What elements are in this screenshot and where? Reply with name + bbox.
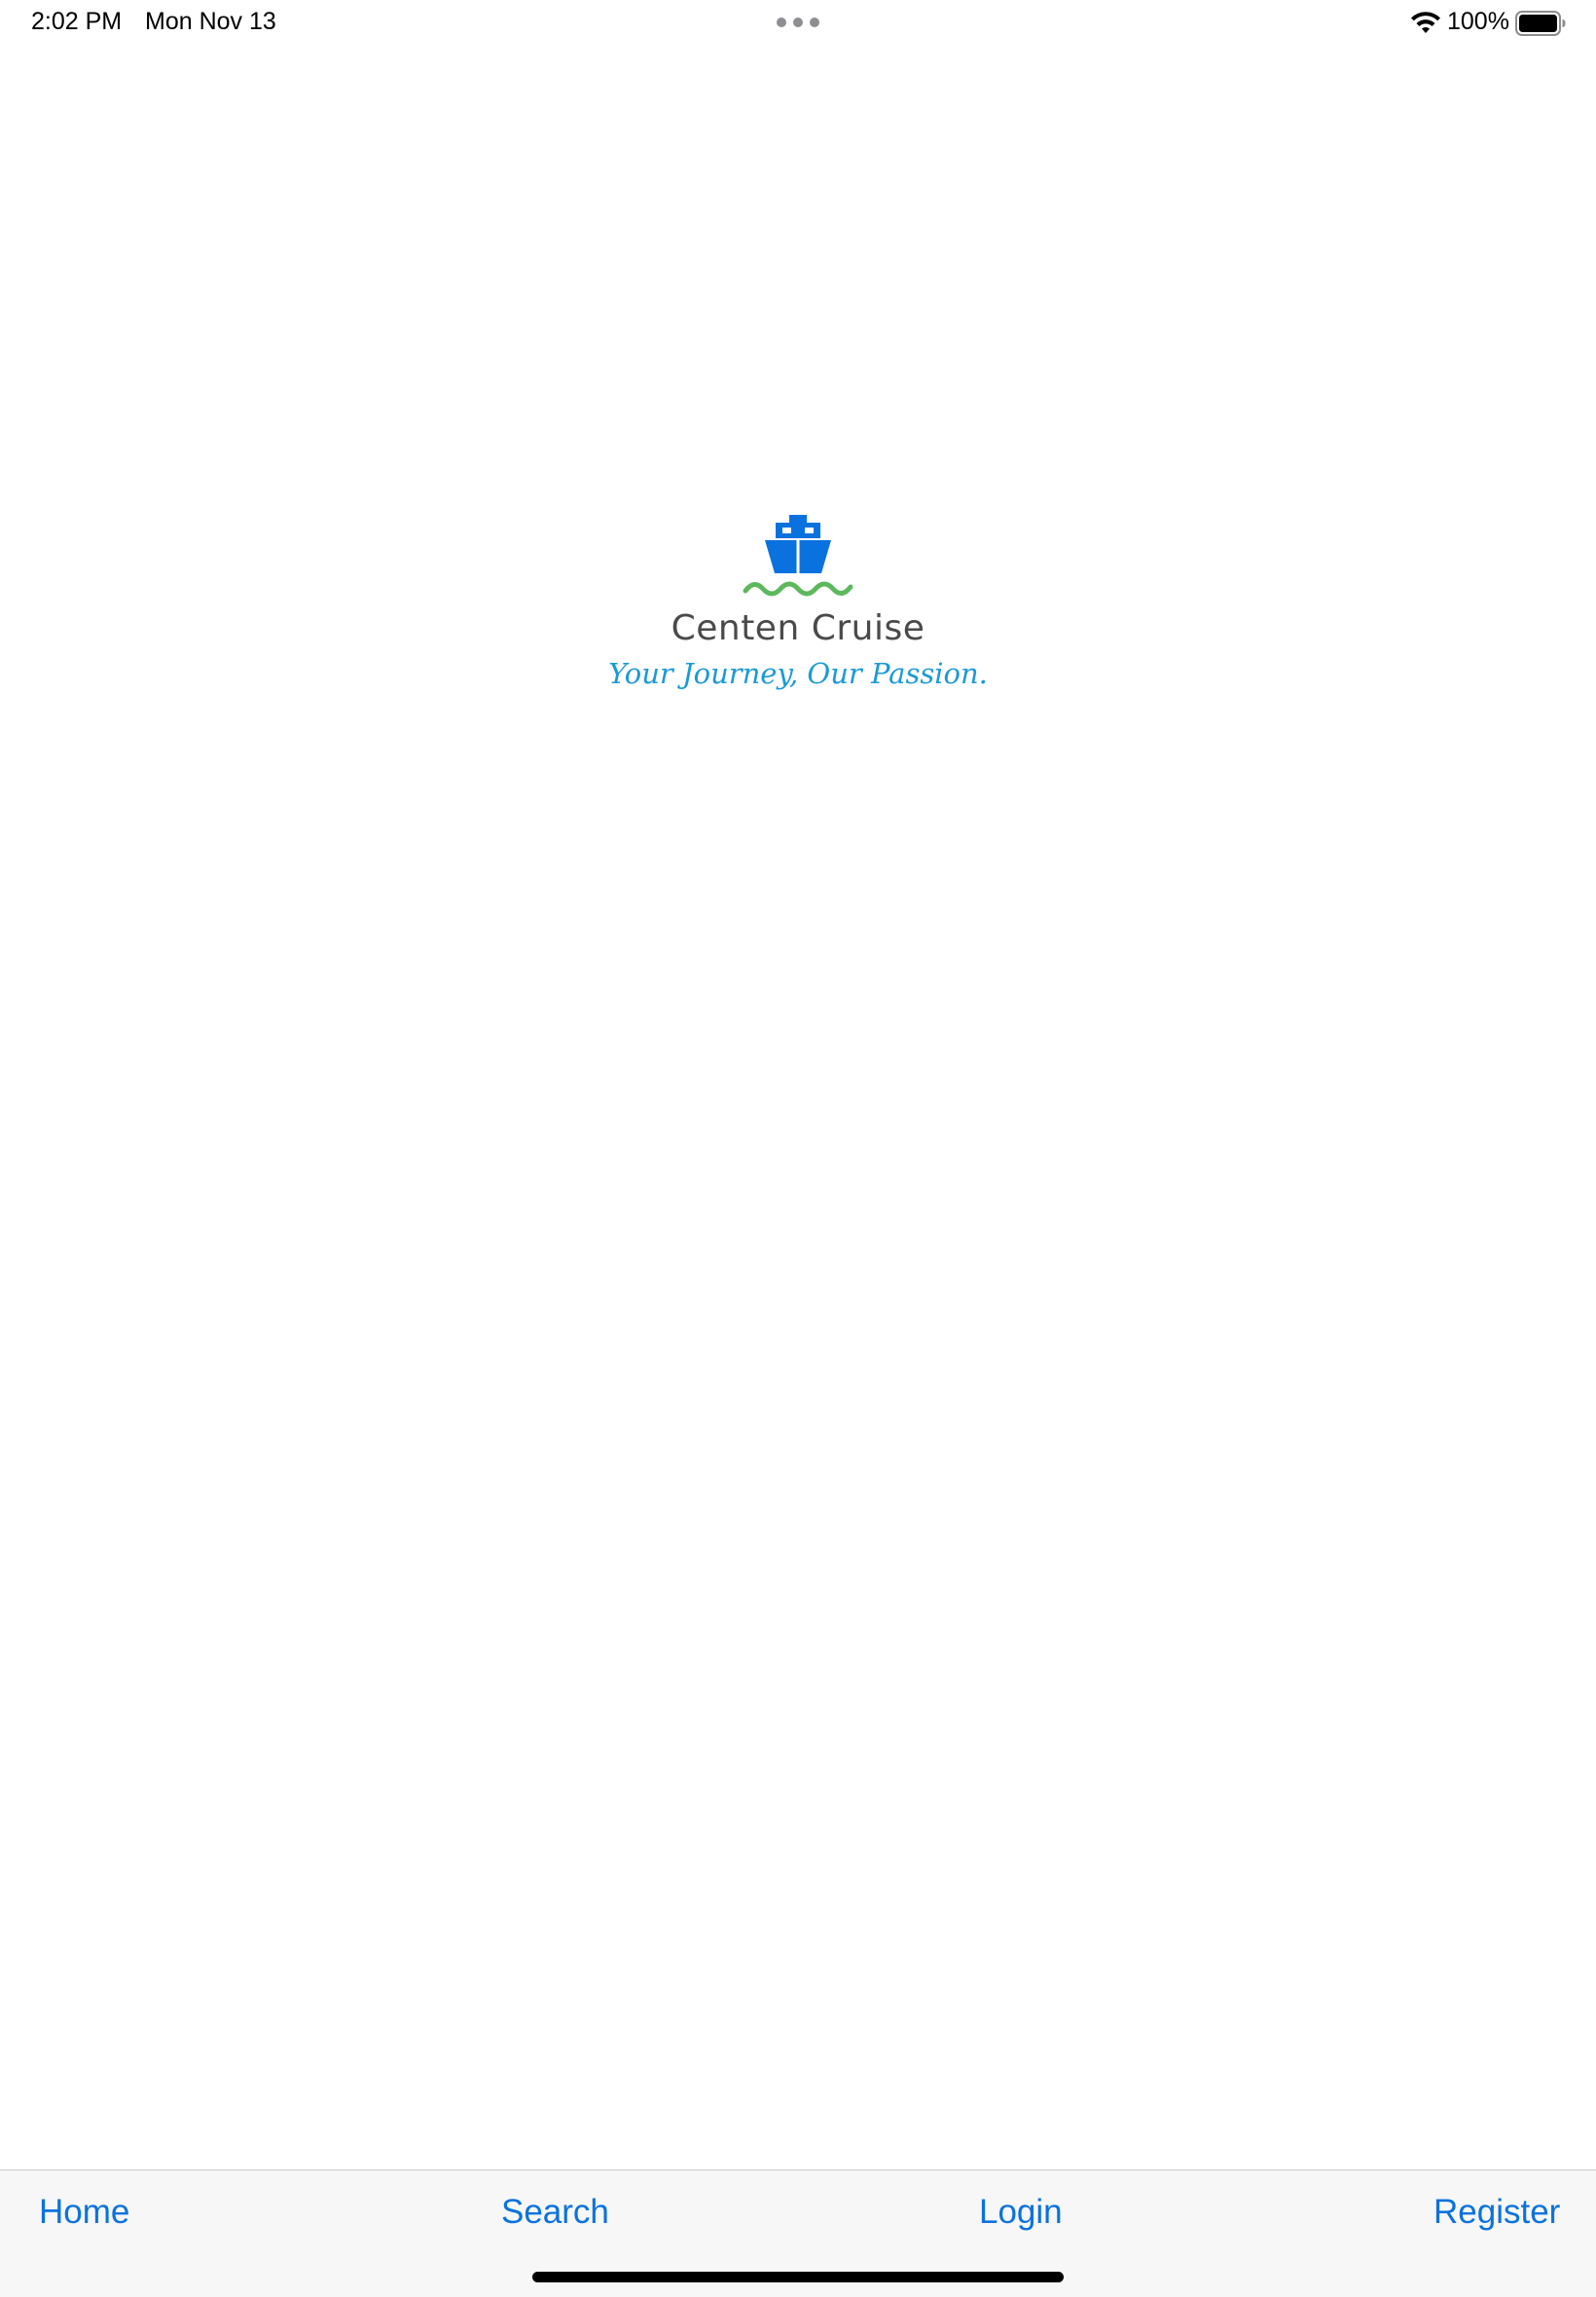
home-button[interactable]: Home [39,2193,129,2232]
battery-full-icon [1515,11,1566,36]
brand-tagline: Your Journey, Our Passion. [608,657,988,690]
brand-logo: Centen Cruise Your Journey, Our Passion. [603,511,993,706]
multitasking-menu-icon[interactable] [777,18,819,27]
search-button[interactable]: Search [501,2193,609,2232]
brand-name: Centen Cruise [671,608,925,648]
app-screen: 2:02 PM Mon Nov 13 100% Centen Cruise Yo… [0,0,1596,2297]
login-button[interactable]: Login [979,2193,1063,2232]
register-button[interactable]: Register [1433,2193,1560,2232]
status-bar: 2:02 PM Mon Nov 13 100% [0,0,1596,47]
home-indicator[interactable] [532,2272,1064,2282]
wifi-icon [1411,12,1440,33]
status-date: Mon Nov 13 [145,8,276,35]
ship-icon [743,515,853,597]
status-time: 2:02 PM [31,8,123,35]
battery-percentage: 100% [1447,8,1509,35]
